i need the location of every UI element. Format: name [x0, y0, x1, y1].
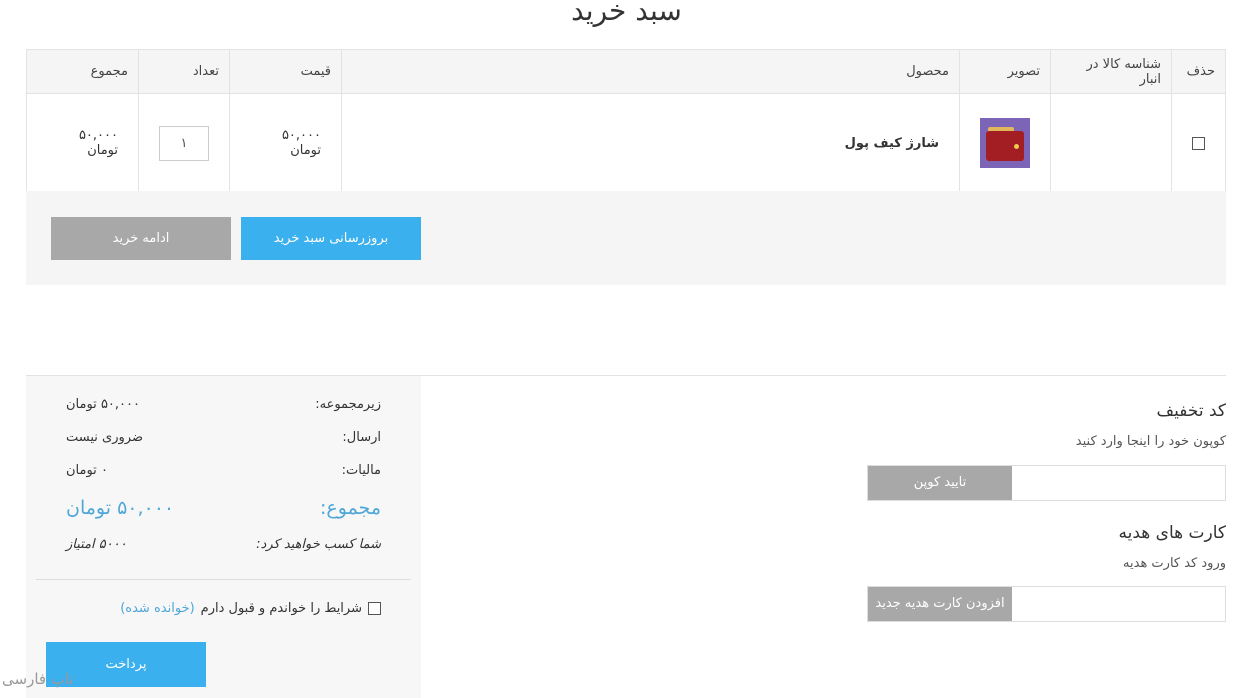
table-header-row: حذف شناسه کالا در انبار تصویر محصول قیمت… [26, 49, 1226, 94]
product-cell: شارژ کیف پول [341, 93, 960, 193]
header-total: مجموع [26, 49, 139, 94]
shipping-label: ارسال: [342, 430, 381, 445]
coupon-description: کوپون خود را اینجا وارد کنید [1075, 434, 1226, 449]
page-title: سبد خرید [571, 0, 682, 27]
header-product: محصول [341, 49, 960, 94]
points-label: شما کسب خواهید کرد: [256, 537, 381, 552]
header-image: تصویر [959, 49, 1051, 94]
header-quantity: تعداد [138, 49, 230, 94]
remove-checkbox[interactable] [1192, 136, 1205, 150]
subtotal-label: زیرمجموعه: [315, 397, 381, 412]
coupon-title: کد تخفیف [1156, 401, 1226, 421]
header-price: قیمت [229, 49, 342, 94]
cart-totals: زیرمجموعه: ۵۰,۰۰۰ تومان ارسال: ضروری نیس… [26, 376, 421, 698]
quantity-input[interactable]: ۱ [159, 125, 209, 161]
wallet-icon-clasp [1014, 144, 1019, 149]
cart-table: حذف شناسه کالا در انبار تصویر محصول قیمت… [26, 49, 1226, 193]
grand-total-row: مجموع: ۵۰,۰۰۰ تومان [66, 497, 381, 523]
grand-total-label: مجموع: [320, 497, 381, 519]
apply-coupon-button[interactable]: تایید کوپن [868, 466, 1012, 500]
tax-row: مالیات: ۰ تومان [66, 463, 381, 483]
product-thumbnail[interactable] [980, 118, 1030, 168]
continue-shopping-button[interactable]: ادامه خرید [51, 217, 231, 260]
terms-row: شرایط را خواندم و قبول دارم (خوانده شده) [120, 601, 381, 616]
price-cell: ۵۰,۰۰۰ تومان [229, 93, 342, 193]
points-row: شما کسب خواهید کرد: ۵۰۰۰ امتیاز [66, 537, 381, 557]
total-cell: ۵۰,۰۰۰ تومان [26, 93, 139, 193]
gift-card-title: کارت های هدیه [1118, 523, 1226, 543]
cart-actions-bar: بروزرسانی سبد خرید ادامه خرید [26, 191, 1226, 285]
coupon-form: تایید کوپن [867, 465, 1226, 501]
totals-divider [36, 579, 411, 580]
tax-value: ۰ تومان [66, 463, 108, 478]
product-name-link[interactable]: شارژ کیف پول [845, 136, 939, 151]
points-value: ۵۰۰۰ امتیاز [66, 537, 127, 552]
subtotal-row: زیرمجموعه: ۵۰,۰۰۰ تومان [66, 397, 381, 417]
terms-label: شرایط را خواندم و قبول دارم [200, 601, 362, 616]
quantity-cell: ۱ [138, 93, 230, 193]
gift-card-form: افزودن کارت هدیه جدید [867, 586, 1226, 622]
header-remove: حذف [1171, 49, 1226, 94]
shipping-value: ضروری نیست [66, 430, 143, 445]
image-cell [959, 93, 1051, 193]
coupon-input[interactable] [1011, 466, 1225, 500]
add-gift-card-button[interactable]: افزودن کارت هدیه جدید [868, 587, 1012, 621]
tax-label: مالیات: [341, 463, 381, 478]
shipping-row: ارسال: ضروری نیست [66, 430, 381, 450]
remove-cell [1171, 93, 1226, 193]
site-watermark: تاپ فارسی [2, 670, 74, 688]
subtotal-value: ۵۰,۰۰۰ تومان [66, 397, 140, 412]
terms-read-link[interactable]: (خوانده شده) [120, 601, 194, 616]
gift-card-description: ورود کد کارت هدیه [1123, 556, 1226, 571]
sku-cell [1050, 93, 1172, 193]
grand-total-value: ۵۰,۰۰۰ تومان [66, 497, 175, 519]
terms-checkbox[interactable] [368, 602, 381, 615]
header-sku: شناسه کالا در انبار [1050, 49, 1172, 94]
update-cart-button[interactable]: بروزرسانی سبد خرید [241, 217, 421, 260]
gift-card-input[interactable] [1011, 587, 1225, 621]
table-row: شارژ کیف پول ۵۰,۰۰۰ تومان ۱ ۵۰,۰۰۰ تومان [26, 93, 1226, 193]
